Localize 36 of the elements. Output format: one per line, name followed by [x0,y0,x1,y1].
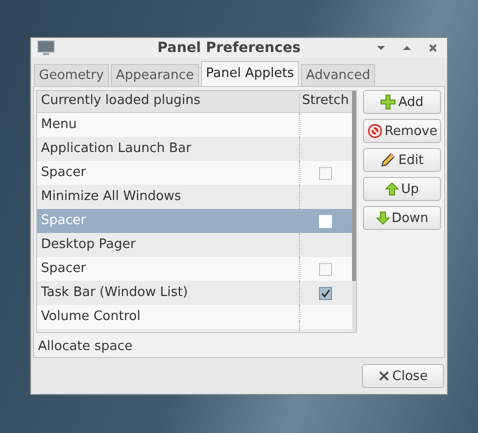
list-row[interactable]: Application Launch Bar [37,137,352,161]
pencil-icon [380,152,396,168]
close-button[interactable]: Close [362,364,444,388]
close-icon[interactable] [428,43,438,53]
list-row[interactable]: Task Bar (Window List) [37,281,352,305]
monitor-icon [37,40,55,56]
list-row[interactable]: Menu [37,113,352,137]
up-arrow-icon [385,182,400,196]
list-row[interactable]: Volume Control [37,305,352,329]
action-button[interactable]: Remove [362,119,441,143]
no-entry-icon [366,123,383,139]
column-header[interactable]: Stretch [300,91,352,112]
list-row[interactable]: Desktop Pager [37,233,352,257]
tab[interactable]: Panel Applets [200,61,299,86]
action-button[interactable]: Down [362,206,441,230]
list-row[interactable]: Minimize All Windows [37,185,352,209]
checkbox[interactable] [319,262,332,276]
checkbox[interactable] [319,286,332,300]
tab[interactable]: Appearance [110,64,199,86]
action-button[interactable]: Up [362,177,441,201]
close-icon [378,370,390,382]
tab[interactable]: Geometry [34,64,109,86]
list-row[interactable]: Spacer [37,161,352,185]
action-button[interactable]: Edit [362,148,441,172]
checkbox[interactable] [319,166,332,180]
status-text: Allocate space [37,338,134,354]
down-arrow-icon [376,211,390,225]
list-row[interactable]: Spacer [37,257,352,281]
minimize-icon[interactable] [376,45,386,51]
action-button[interactable]: Add [362,90,441,114]
window-title: Panel Preferences [156,40,302,56]
scrollbar-thumb[interactable] [352,91,356,281]
tab[interactable]: Advanced [300,64,376,86]
column-header[interactable]: Currently loaded plugins [37,91,300,112]
maximize-icon[interactable] [402,45,412,51]
plus-icon [380,94,396,110]
